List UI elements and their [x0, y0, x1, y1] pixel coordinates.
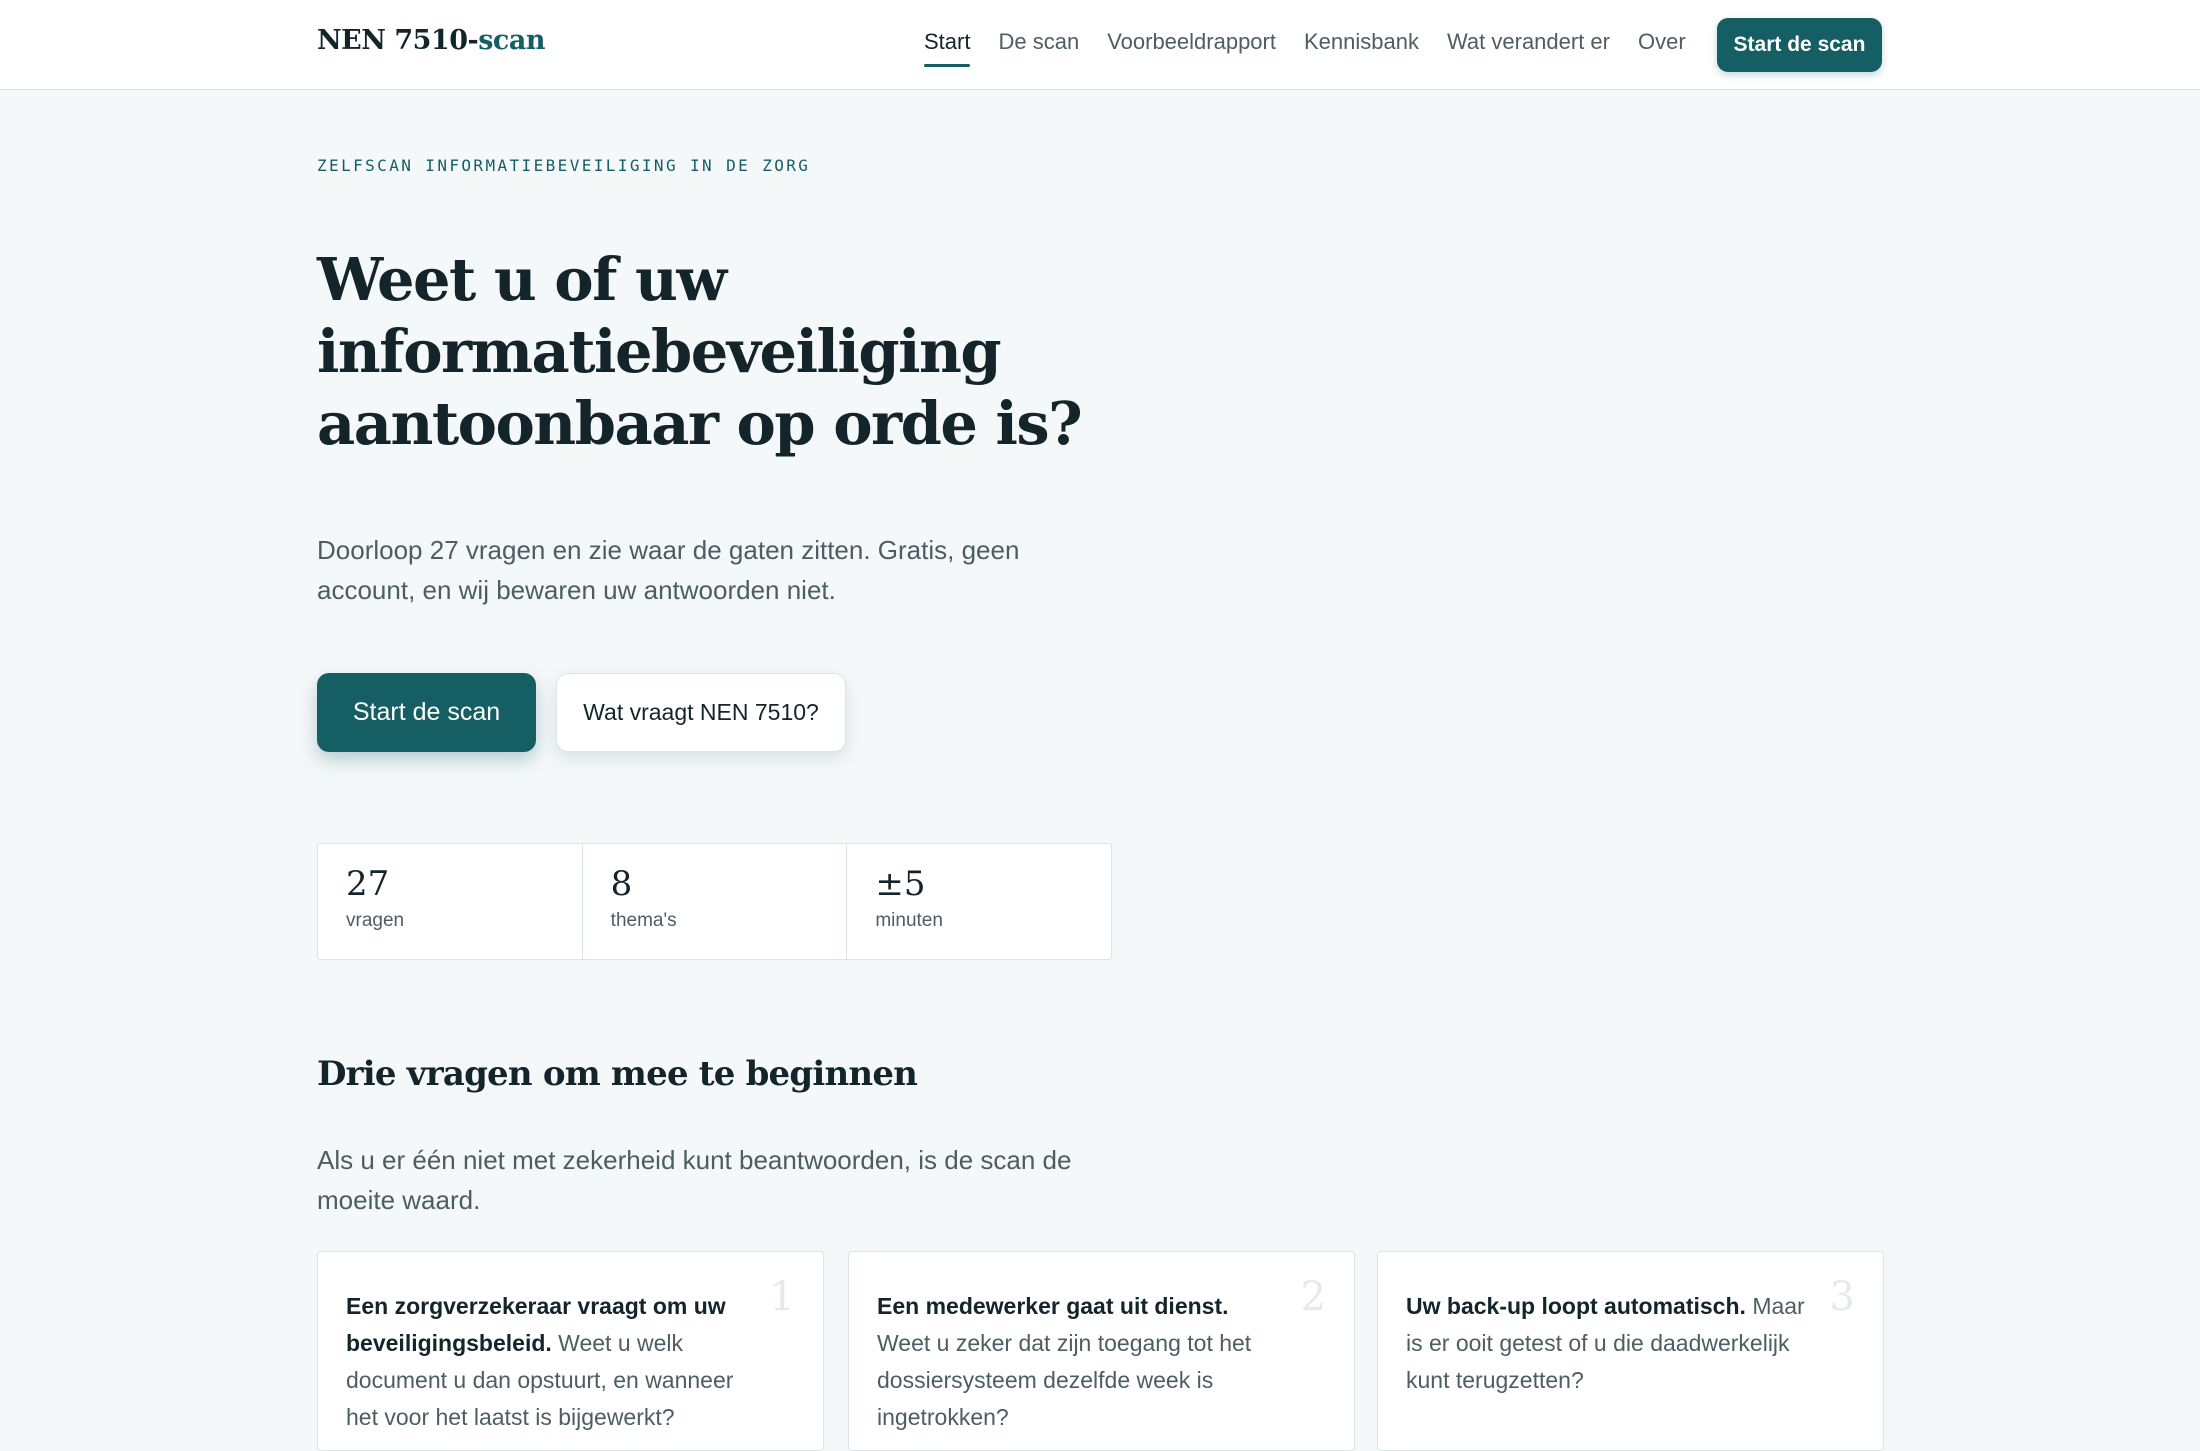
logo-text: NEN 7510-	[317, 25, 479, 56]
card-text: Een zorgverzekeraar vraagt om uw beveili…	[346, 1288, 746, 1436]
card-text: Een medewerker gaat uit dienst. Weet u z…	[877, 1288, 1277, 1436]
nav-item-start[interactable]: Start	[924, 0, 971, 67]
logo-accent-text: scan	[478, 25, 545, 56]
stat-value: ±5	[875, 864, 926, 904]
start-scan-button[interactable]: Start de scan	[317, 673, 536, 752]
stat-value: 27	[346, 864, 390, 904]
site-logo[interactable]: NEN 7510-scan	[317, 25, 545, 56]
hero-title: Weet u of uw informatiebeveiliging aanto…	[317, 245, 1083, 458]
site-header: NEN 7510-scan Start De scan Voorbeeldrap…	[0, 0, 2200, 90]
main-nav: Start De scan Voorbeeldrapport Kennisban…	[924, 0, 1686, 90]
card-title: Een medewerker gaat uit dienst.	[877, 1293, 1229, 1319]
stat-value: 8	[610, 864, 633, 904]
card-text: Uw back-up loopt automatisch. Maar is er…	[1406, 1288, 1806, 1399]
nav-item-wat-verandert-er[interactable]: Wat verandert er	[1447, 0, 1610, 55]
header-start-scan-button[interactable]: Start de scan	[1717, 18, 1882, 72]
question-cards: 1 Een zorgverzekeraar vraagt om uw bevei…	[317, 1251, 1884, 1451]
what-does-nen-7510-ask-button[interactable]: Wat vraagt NEN 7510?	[556, 673, 846, 752]
card-number: 2	[1300, 1274, 1326, 1320]
card-number: 1	[769, 1274, 795, 1320]
question-card: 2 Een medewerker gaat uit dienst. Weet u…	[848, 1251, 1355, 1451]
stat-label: thema's	[610, 910, 677, 931]
section-lead: Als u er één niet met zekerheid kunt bea…	[317, 1145, 1072, 1215]
stat-label: minuten	[875, 910, 943, 931]
stat-minutes: ±5 minuten	[847, 844, 1111, 959]
stats-panel: 27 vragen 8 thema's ±5 minuten	[317, 843, 1112, 960]
stat-label: vragen	[346, 910, 405, 931]
section-title: Drie vragen om mee te beginnen	[317, 1054, 918, 1094]
stat-questions: 27 vragen	[318, 844, 583, 959]
card-number: 3	[1829, 1274, 1855, 1320]
nav-item-over[interactable]: Over	[1638, 0, 1686, 55]
hero-eyebrow: ZELFSCAN INFORMATIEBEVEILIGING IN DE ZOR…	[317, 156, 811, 175]
nav-item-de-scan[interactable]: De scan	[998, 0, 1079, 55]
question-card: 3 Uw back-up loopt automatisch. Maar is …	[1377, 1251, 1884, 1451]
question-card: 1 Een zorgverzekeraar vraagt om uw bevei…	[317, 1251, 824, 1451]
card-body: Weet u zeker dat zijn toegang tot het do…	[877, 1330, 1252, 1430]
card-title: Uw back-up loopt automatisch.	[1406, 1293, 1746, 1319]
hero-lead: Doorloop 27 vragen en zie waar de gaten …	[317, 535, 1020, 605]
nav-item-voorbeeldrapport[interactable]: Voorbeeldrapport	[1107, 0, 1276, 55]
nav-item-kennisbank[interactable]: Kennisbank	[1304, 0, 1419, 55]
stat-themes: 8 thema's	[583, 844, 848, 959]
